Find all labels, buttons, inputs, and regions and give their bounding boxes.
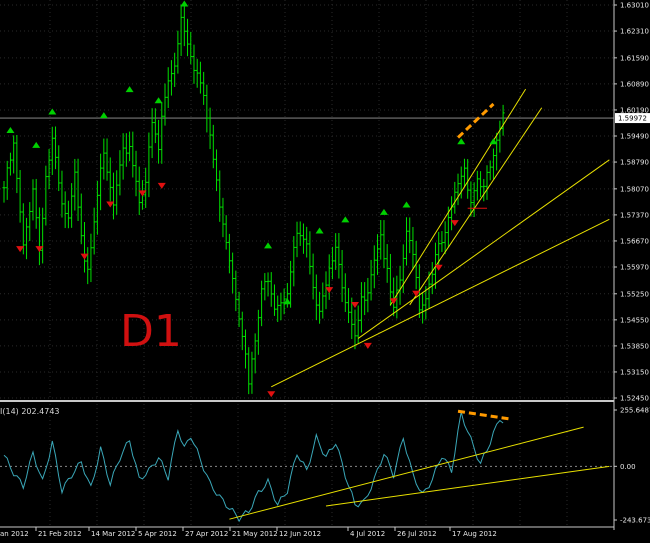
y-tick-label: 1.53850 (620, 342, 649, 350)
y-tick-label: 1.59490 (620, 133, 649, 141)
x-tick-label: 21 Feb 2012 (38, 530, 82, 538)
x-tick-label: 21 May 2012 (232, 530, 278, 538)
x-tick-label: 17 Aug 2012 (452, 530, 497, 538)
x-tick-label: 26 Jul 2012 (397, 530, 437, 538)
y-tick-label: 1.58790 (620, 159, 649, 167)
x-tick-label: 5 Apr 2012 (138, 530, 177, 538)
y-tick-label: 1.52450 (620, 395, 649, 403)
indicator-tick-label: 255.6487 (620, 407, 650, 415)
x-tick-label: 4 Jul 2012 (350, 530, 385, 538)
y-tick-label: 1.60890 (620, 80, 649, 88)
chart-canvas: 1.630101.623101.615901.608901.601901.594… (0, 0, 650, 539)
y-tick-label: 1.53150 (620, 368, 649, 376)
y-tick-label: 1.54550 (620, 316, 649, 324)
x-tick-label: 27 Apr 2012 (185, 530, 228, 538)
indicator-title: I(14) 202.4743 (0, 407, 60, 416)
y-tick-label: 1.57370 (620, 211, 649, 219)
y-tick-label: 1.58070 (620, 185, 649, 193)
chart-window: 1.63010 1.62310 1.61590 1.60890 1.60190 1.594… (0, 0, 650, 539)
y-tick-label: 1.61590 (620, 54, 649, 62)
y-tick-label: 1.56670 (620, 237, 649, 245)
indicator-tick-label: 0.00 (620, 463, 636, 471)
y-tick-label: 1.55250 (620, 290, 649, 298)
y-tick-label: 1.62310 (620, 28, 649, 36)
indicator-tick-label: -243.673 (620, 517, 650, 525)
x-tick-label: 14 Mar 2012 (91, 530, 135, 538)
current-price-label: 1.59972 (618, 115, 647, 123)
x-tick-label: an 2012 (0, 530, 29, 538)
y-tick-label: 1.63010 (620, 2, 649, 10)
x-tick-label: 12 Jun 2012 (279, 530, 321, 538)
timeframe-label: D1 (120, 306, 182, 357)
y-tick-label: 1.55970 (620, 264, 649, 272)
